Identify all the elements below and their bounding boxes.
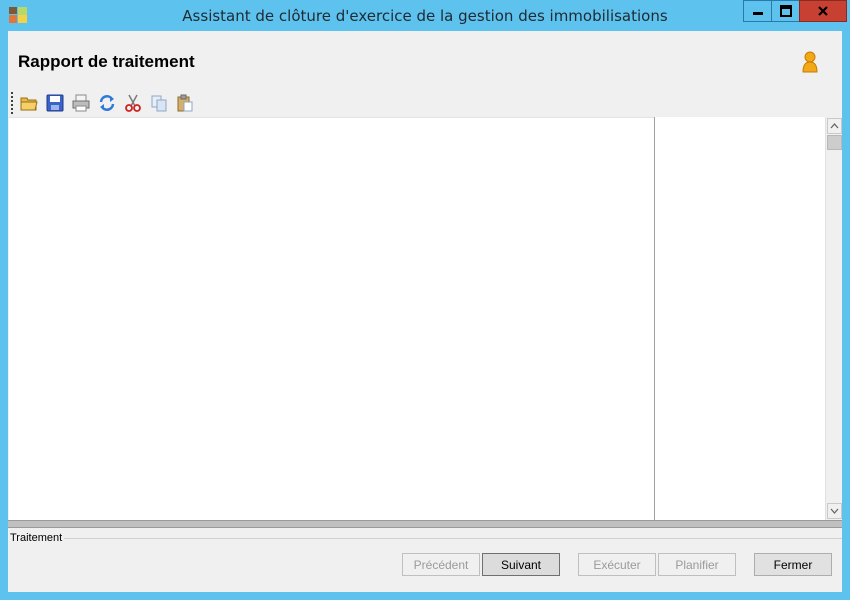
scroll-up-button[interactable]	[827, 118, 842, 134]
minimize-button[interactable]	[743, 0, 772, 22]
application-window: Assistant de clôture d'exercice de la ge…	[0, 0, 850, 600]
report-side-panel[interactable]	[655, 117, 825, 520]
previous-button[interactable]: Précédent	[402, 553, 480, 576]
vertical-scrollbar[interactable]	[825, 117, 842, 520]
wizard-body: Rapport de traitement Traitement Précéde…	[8, 31, 842, 592]
execute-button[interactable]: Exécuter	[578, 553, 656, 576]
toolbar-grip[interactable]	[11, 92, 13, 114]
horizontal-splitter[interactable]	[8, 520, 842, 528]
refresh-icon[interactable]	[98, 94, 116, 112]
copy-icon[interactable]	[150, 94, 168, 112]
chevron-up-icon	[830, 123, 839, 129]
save-icon[interactable]	[46, 94, 64, 112]
schedule-button[interactable]: Planifier	[658, 553, 736, 576]
next-button[interactable]: Suivant	[482, 553, 560, 576]
maximize-icon	[779, 5, 792, 17]
user-icon	[802, 51, 818, 73]
cut-icon[interactable]	[124, 94, 142, 112]
scroll-down-button[interactable]	[827, 503, 842, 519]
chevron-down-icon	[830, 508, 839, 514]
scrollbar-thumb[interactable]	[827, 135, 842, 150]
page-title: Rapport de traitement	[18, 52, 195, 71]
close-window-button[interactable]	[799, 0, 847, 22]
toolbar	[8, 89, 842, 117]
minimize-icon	[752, 12, 763, 15]
folder-open-icon[interactable]	[20, 94, 38, 112]
title-bar[interactable]: Assistant de clôture d'exercice de la ge…	[0, 0, 850, 30]
window-title: Assistant de clôture d'exercice de la ge…	[182, 7, 668, 25]
processing-group-label: Traitement	[10, 532, 63, 544]
close-button[interactable]: Fermer	[754, 553, 832, 576]
paste-icon[interactable]	[176, 94, 194, 112]
maximize-button[interactable]	[771, 0, 800, 22]
close-icon	[818, 6, 828, 16]
group-divider	[64, 538, 842, 539]
print-icon[interactable]	[72, 94, 90, 112]
